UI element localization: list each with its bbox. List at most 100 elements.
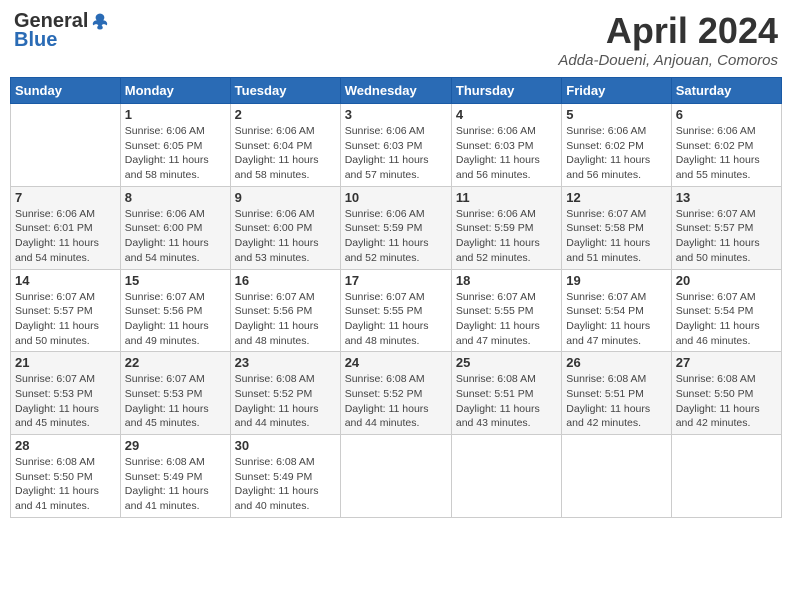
day-info: Sunrise: 6:07 AMSunset: 5:54 PMDaylight:… [676,290,777,349]
day-number: 12 [566,190,666,205]
day-cell: 10 Sunrise: 6:06 AMSunset: 5:59 PMDayligh… [340,186,451,269]
week-row-4: 21 Sunrise: 6:07 AMSunset: 5:53 PMDayligh… [11,352,782,435]
column-header-friday: Friday [562,78,671,104]
day-cell: 13 Sunrise: 6:07 AMSunset: 5:57 PMDayligh… [671,186,781,269]
day-cell: 21 Sunrise: 6:07 AMSunset: 5:53 PMDayligh… [11,352,121,435]
day-number: 14 [15,273,116,288]
day-number: 10 [345,190,447,205]
month-title: April 2024 [558,10,778,52]
day-info: Sunrise: 6:06 AMSunset: 5:59 PMDaylight:… [345,207,447,266]
day-number: 15 [125,273,226,288]
day-cell: 23 Sunrise: 6:08 AMSunset: 5:52 PMDayligh… [230,352,340,435]
day-info: Sunrise: 6:07 AMSunset: 5:58 PMDaylight:… [566,207,666,266]
day-number: 8 [125,190,226,205]
day-cell: 20 Sunrise: 6:07 AMSunset: 5:54 PMDayligh… [671,269,781,352]
day-info: Sunrise: 6:07 AMSunset: 5:57 PMDaylight:… [676,207,777,266]
day-cell: 9Sunrise: 6:06 AMSunset: 6:00 PMDaylight… [230,186,340,269]
day-number: 21 [15,355,116,370]
column-header-thursday: Thursday [451,78,561,104]
day-cell: 19 Sunrise: 6:07 AMSunset: 5:54 PMDayligh… [562,269,671,352]
day-info: Sunrise: 6:06 AMSunset: 6:05 PMDaylight:… [125,124,226,183]
day-cell: 24Sunrise: 6:08 AMSunset: 5:52 PMDayligh… [340,352,451,435]
day-cell: 22 Sunrise: 6:07 AMSunset: 5:53 PMDayligh… [120,352,230,435]
day-cell: 1 Sunrise: 6:06 AMSunset: 6:05 PMDaylight… [120,104,230,187]
day-number: 24 [345,355,447,370]
calendar-header-row: SundayMondayTuesdayWednesdayThursdayFrid… [11,78,782,104]
day-cell: 11Sunrise: 6:06 AMSunset: 5:59 PMDayligh… [451,186,561,269]
day-cell: 30 Sunrise: 6:08 AMSunset: 5:49 PMDayligh… [230,435,340,518]
day-cell: 7Sunrise: 6:06 AMSunset: 6:01 PMDaylight… [11,186,121,269]
day-number: 4 [456,107,557,122]
day-cell: 18 Sunrise: 6:07 AMSunset: 5:55 PMDayligh… [451,269,561,352]
day-number: 1 [125,107,226,122]
title-section: April 2024 Adda-Doueni, Anjouan, Comoros [558,10,778,69]
day-number: 27 [676,355,777,370]
day-info: Sunrise: 6:06 AMSunset: 6:04 PMDaylight:… [235,124,336,183]
day-cell: 14 Sunrise: 6:07 AMSunset: 5:57 PMDayligh… [11,269,121,352]
week-row-1: 1 Sunrise: 6:06 AMSunset: 6:05 PMDaylight… [11,104,782,187]
day-number: 20 [676,273,777,288]
day-info: Sunrise: 6:07 AMSunset: 5:56 PMDaylight:… [125,290,226,349]
day-number: 13 [676,190,777,205]
day-number: 16 [235,273,336,288]
day-number: 17 [345,273,447,288]
day-cell: 12 Sunrise: 6:07 AMSunset: 5:58 PMDayligh… [562,186,671,269]
day-info: Sunrise: 6:08 AMSunset: 5:52 PMDaylight:… [235,372,336,431]
day-info: Sunrise: 6:06 AMSunset: 6:02 PMDaylight:… [566,124,666,183]
day-info: Sunrise: 6:06 AMSunset: 6:00 PMDaylight:… [125,207,226,266]
day-cell: 27 Sunrise: 6:08 AMSunset: 5:50 PMDayligh… [671,352,781,435]
day-info: Sunrise: 6:07 AMSunset: 5:55 PMDaylight:… [456,290,557,349]
page-header: General Blue April 2024 Adda-Doueni, Anj… [10,10,782,69]
column-header-monday: Monday [120,78,230,104]
day-number: 7 [15,190,116,205]
week-row-3: 14 Sunrise: 6:07 AMSunset: 5:57 PMDayligh… [11,269,782,352]
day-number: 5 [566,107,666,122]
day-cell: 2 Sunrise: 6:06 AMSunset: 6:04 PMDaylight… [230,104,340,187]
day-cell: 6 Sunrise: 6:06 AMSunset: 6:02 PMDaylight… [671,104,781,187]
day-info: Sunrise: 6:08 AMSunset: 5:51 PMDaylight:… [566,372,666,431]
day-info: Sunrise: 6:08 AMSunset: 5:50 PMDaylight:… [15,455,116,514]
day-cell: 5 Sunrise: 6:06 AMSunset: 6:02 PMDaylight… [562,104,671,187]
day-info: Sunrise: 6:08 AMSunset: 5:50 PMDaylight:… [676,372,777,431]
day-cell [671,435,781,518]
day-cell: 15 Sunrise: 6:07 AMSunset: 5:56 PMDayligh… [120,269,230,352]
day-number: 26 [566,355,666,370]
logo: General Blue [14,10,110,52]
day-info: Sunrise: 6:06 AMSunset: 5:59 PMDaylight:… [456,207,557,266]
column-header-sunday: Sunday [11,78,121,104]
day-info: Sunrise: 6:07 AMSunset: 5:53 PMDaylight:… [125,372,226,431]
day-number: 22 [125,355,226,370]
day-cell: 17Sunrise: 6:07 AMSunset: 5:55 PMDayligh… [340,269,451,352]
day-number: 2 [235,107,336,122]
day-info: Sunrise: 6:06 AMSunset: 6:00 PMDaylight:… [235,207,336,266]
calendar-table: SundayMondayTuesdayWednesdayThursdayFrid… [10,77,782,518]
day-number: 18 [456,273,557,288]
day-info: Sunrise: 6:07 AMSunset: 5:53 PMDaylight:… [15,372,116,431]
column-header-tuesday: Tuesday [230,78,340,104]
day-number: 6 [676,107,777,122]
logo-bird-icon [90,12,110,32]
day-info: Sunrise: 6:08 AMSunset: 5:51 PMDaylight:… [456,372,557,431]
day-cell: 28 Sunrise: 6:08 AMSunset: 5:50 PMDayligh… [11,435,121,518]
day-cell [340,435,451,518]
day-number: 30 [235,438,336,453]
day-number: 23 [235,355,336,370]
day-cell [562,435,671,518]
day-cell: 3Sunrise: 6:06 AMSunset: 6:03 PMDaylight… [340,104,451,187]
day-number: 28 [15,438,116,453]
day-info: Sunrise: 6:06 AMSunset: 6:02 PMDaylight:… [676,124,777,183]
day-number: 3 [345,107,447,122]
day-info: Sunrise: 6:07 AMSunset: 5:57 PMDaylight:… [15,290,116,349]
day-number: 29 [125,438,226,453]
day-number: 25 [456,355,557,370]
day-cell: 29Sunrise: 6:08 AMSunset: 5:49 PMDayligh… [120,435,230,518]
logo-blue: Blue [14,29,57,52]
week-row-5: 28 Sunrise: 6:08 AMSunset: 5:50 PMDayligh… [11,435,782,518]
day-number: 19 [566,273,666,288]
column-header-wednesday: Wednesday [340,78,451,104]
day-info: Sunrise: 6:08 AMSunset: 5:49 PMDaylight:… [235,455,336,514]
day-cell [11,104,121,187]
day-cell [451,435,561,518]
week-row-2: 7Sunrise: 6:06 AMSunset: 6:01 PMDaylight… [11,186,782,269]
day-info: Sunrise: 6:07 AMSunset: 5:54 PMDaylight:… [566,290,666,349]
